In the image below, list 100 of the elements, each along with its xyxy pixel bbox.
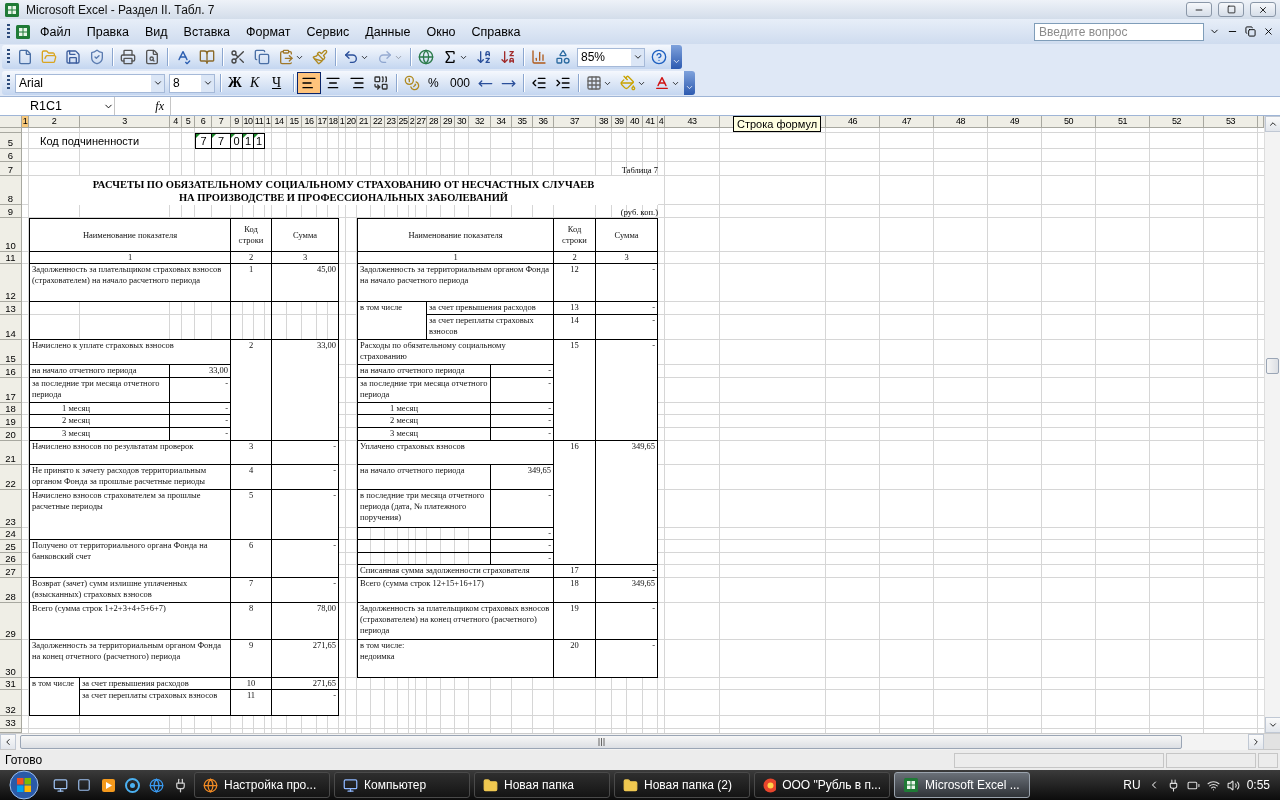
menu-item[interactable]: Данные: [358, 22, 418, 41]
column-heading[interactable]: 43: [665, 116, 720, 128]
number-format-button[interactable]: %: [424, 72, 446, 94]
menu-item[interactable]: Формат: [239, 22, 298, 41]
row-number[interactable]: 6: [0, 149, 22, 162]
row-number[interactable]: 22: [0, 465, 22, 490]
column-heading[interactable]: 5: [182, 116, 195, 128]
row-number[interactable]: 31: [0, 678, 22, 690]
column-heading[interactable]: 22: [371, 116, 385, 128]
column-heading[interactable]: 29: [441, 116, 455, 128]
scroll-up-button[interactable]: [1265, 116, 1280, 132]
taskbar-button[interactable]: Настройка про...: [194, 772, 330, 798]
row-number[interactable]: 32: [0, 690, 22, 716]
taskbar-button[interactable]: Microsoft Excel ...: [894, 772, 1030, 798]
column-heading[interactable]: 35: [512, 116, 533, 128]
column-heading[interactable]: 53: [1204, 116, 1258, 128]
insert-function-label[interactable]: fx: [115, 98, 170, 114]
row-number[interactable]: 29: [0, 603, 22, 640]
row-number[interactable]: 12: [0, 264, 22, 302]
column-heading[interactable]: 41: [643, 116, 658, 128]
clock[interactable]: 0:55: [1246, 778, 1270, 792]
row-number[interactable]: 33: [0, 716, 22, 729]
row-number[interactable]: 27: [0, 565, 22, 578]
font-size-select[interactable]: 8: [169, 73, 215, 93]
menu-item[interactable]: Вставка: [176, 22, 238, 41]
help-search-field[interactable]: Введите вопрос: [1034, 22, 1204, 41]
quick-launch-button[interactable]: [122, 775, 142, 795]
font-style-button[interactable]: Ж: [224, 72, 246, 94]
column-heading[interactable]: 9: [231, 116, 243, 128]
column-heading[interactable]: 36: [533, 116, 554, 128]
column-heading[interactable]: 47: [880, 116, 934, 128]
menu-item[interactable]: Файл: [33, 22, 78, 41]
font-select[interactable]: Arial: [15, 73, 165, 93]
row-number[interactable]: 14: [0, 315, 22, 340]
column-heading[interactable]: 15: [287, 116, 302, 128]
menu-item[interactable]: Окно: [419, 22, 463, 41]
menu-item[interactable]: Сервис: [299, 22, 357, 41]
column-heading[interactable]: 52: [1150, 116, 1204, 128]
row-number[interactable]: 5: [0, 133, 22, 149]
column-heading[interactable]: 11: [254, 116, 265, 128]
taskbar-button[interactable]: Новая папка: [474, 772, 610, 798]
scroll-left-button[interactable]: [0, 733, 16, 750]
name-box[interactable]: R1C1: [0, 97, 115, 115]
scroll-right-button[interactable]: [1248, 733, 1264, 750]
menu-item[interactable]: Справка: [464, 22, 528, 41]
taskbar-button[interactable]: ООО "Рубль в п...: [754, 772, 890, 798]
toolbar-options-button[interactable]: [671, 45, 682, 69]
column-heading[interactable]: 3: [80, 116, 170, 128]
column-heading[interactable]: 34: [491, 116, 512, 128]
maximize-button[interactable]: [1218, 2, 1244, 17]
align-left-button[interactable]: [297, 72, 321, 94]
scroll-thumb[interactable]: [1266, 358, 1279, 374]
column-heading[interactable]: 50: [1042, 116, 1096, 128]
scroll-thumb[interactable]: [20, 734, 1182, 749]
toolbar-options-button[interactable]: [684, 71, 696, 95]
column-heading[interactable]: 23: [385, 116, 398, 128]
taskbar-button[interactable]: Новая папка (2): [614, 772, 750, 798]
column-heading[interactable]: 37: [554, 116, 596, 128]
row-number[interactable]: 11: [0, 252, 22, 264]
row-number[interactable]: 26: [0, 553, 22, 565]
row-number[interactable]: 8: [0, 176, 22, 205]
column-heading[interactable]: 16: [302, 116, 317, 128]
column-heading[interactable]: 46: [826, 116, 880, 128]
row-number[interactable]: 20: [0, 428, 22, 441]
row-number[interactable]: 25: [0, 540, 22, 553]
row-number[interactable]: 30: [0, 640, 22, 678]
column-heading[interactable]: 51: [1096, 116, 1150, 128]
language-indicator[interactable]: RU: [1123, 778, 1141, 792]
column-heading[interactable]: 48: [934, 116, 988, 128]
row-number[interactable]: 17: [0, 378, 22, 403]
column-heading[interactable]: 49: [988, 116, 1042, 128]
taskbar-button[interactable]: Компьютер: [334, 772, 470, 798]
column-heading[interactable]: 7: [212, 116, 231, 128]
menu-item[interactable]: Правка: [79, 22, 136, 41]
row-number[interactable]: 19: [0, 415, 22, 428]
row-number[interactable]: 10: [0, 218, 22, 252]
row-number[interactable]: 28: [0, 578, 22, 603]
row-number[interactable]: 21: [0, 441, 22, 465]
column-heading[interactable]: 14: [272, 116, 287, 128]
zoom-select[interactable]: 85%: [577, 47, 645, 67]
menu-item[interactable]: Вид: [137, 22, 175, 41]
row-number[interactable]: 24: [0, 528, 22, 540]
row-number[interactable]: 7: [0, 162, 22, 176]
row-number[interactable]: 13: [0, 302, 22, 315]
column-heading[interactable]: 40: [627, 116, 643, 128]
column-heading[interactable]: 4: [170, 116, 182, 128]
column-heading[interactable]: 2: [29, 116, 80, 128]
column-heading[interactable]: 30: [455, 116, 469, 128]
number-format-button[interactable]: 000: [446, 72, 475, 94]
row-number[interactable]: 15: [0, 340, 22, 365]
font-style-button[interactable]: Ч: [268, 72, 290, 94]
font-style-button[interactable]: К: [246, 72, 268, 94]
column-heading[interactable]: 28: [427, 116, 441, 128]
column-heading[interactable]: 32: [469, 116, 491, 128]
row-number[interactable]: 23: [0, 490, 22, 528]
row-number[interactable]: 16: [0, 365, 22, 378]
column-heading[interactable]: 6: [195, 116, 212, 128]
row-number[interactable]: 9: [0, 205, 22, 218]
column-heading[interactable]: 38: [596, 116, 612, 128]
column-heading[interactable]: 39: [612, 116, 627, 128]
